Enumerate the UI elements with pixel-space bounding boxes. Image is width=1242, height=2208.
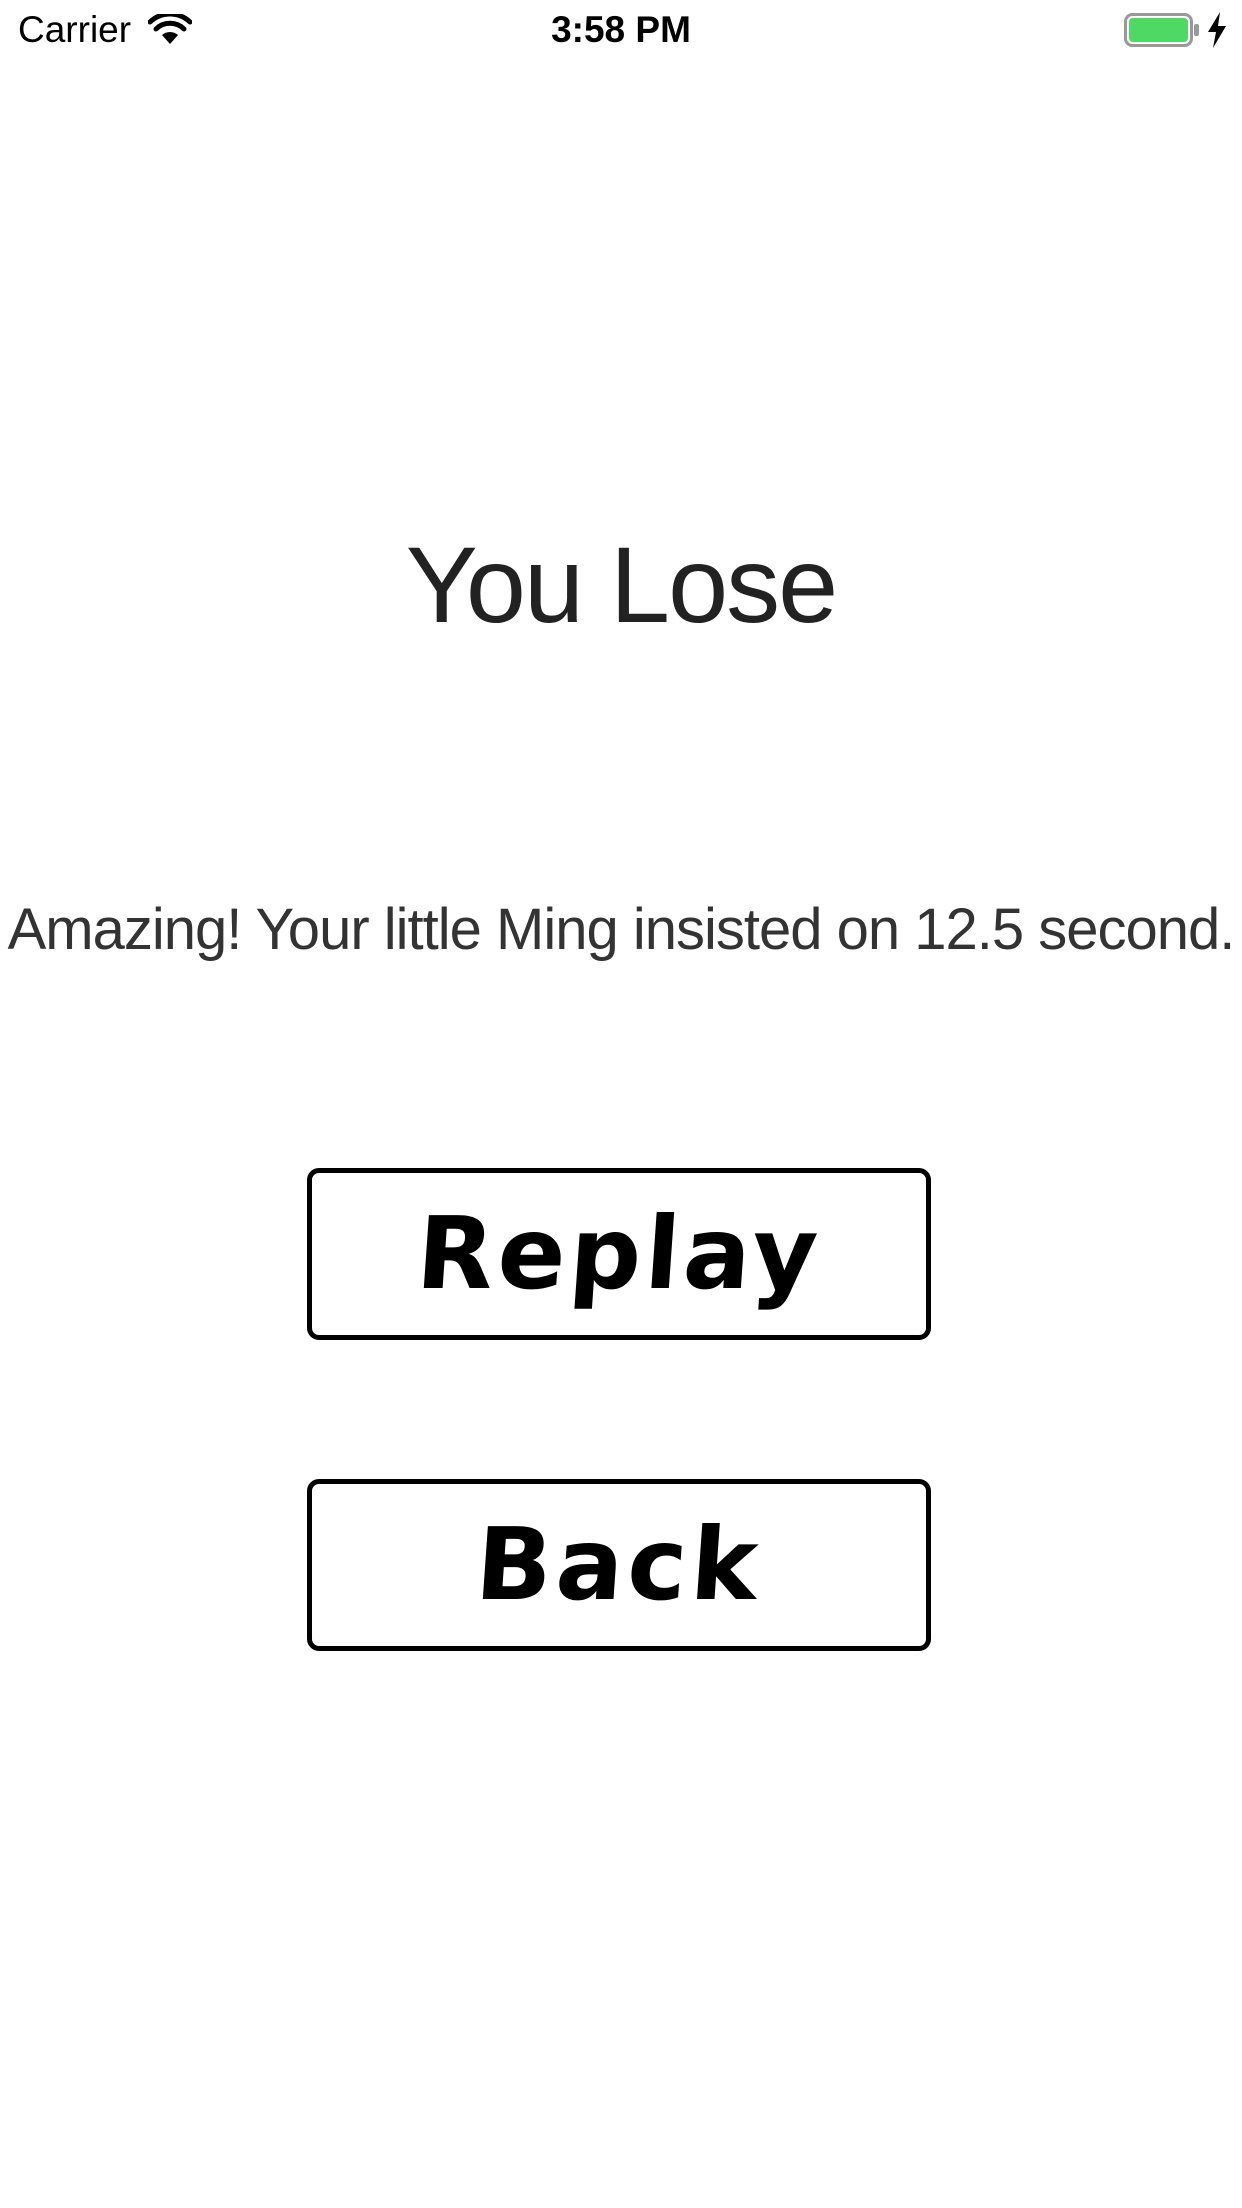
charging-icon xyxy=(1208,12,1226,48)
back-button-label: Back xyxy=(472,1506,766,1623)
status-bar: Carrier 3:58 PM xyxy=(0,0,1242,60)
battery-icon xyxy=(1124,13,1199,47)
back-button[interactable]: Back xyxy=(307,1479,931,1651)
result-title: You Lose xyxy=(405,524,838,645)
replay-button[interactable]: Replay xyxy=(307,1168,931,1340)
status-time: 3:58 PM xyxy=(551,9,691,50)
replay-button-label: Replay xyxy=(412,1195,826,1312)
result-message: Amazing! Your little Ming insisted on 12… xyxy=(7,897,1236,962)
